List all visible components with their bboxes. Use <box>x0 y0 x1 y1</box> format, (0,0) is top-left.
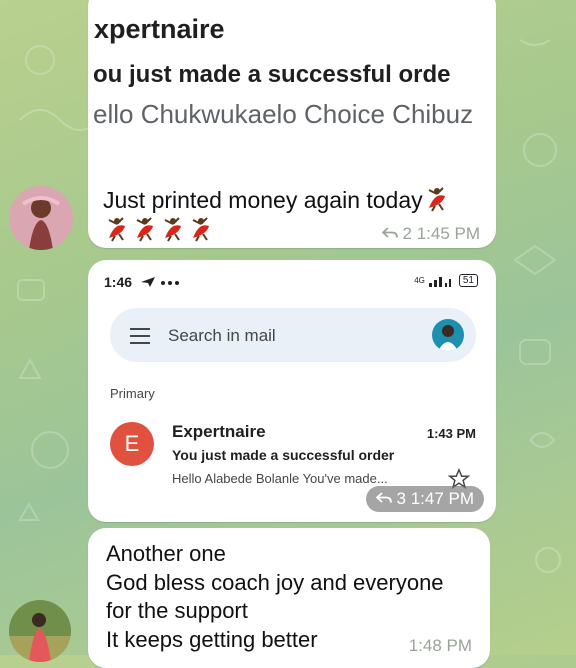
status-bar-right: 4G 51 <box>414 274 478 287</box>
status-time-text: 1:46 <box>104 274 133 290</box>
gmail-screenshot-image: 1:46 4G 51 Search in mail Primary E Expe… <box>92 264 492 518</box>
battery-icon: 51 <box>458 274 478 287</box>
message-time: 1:48 PM <box>408 636 472 655</box>
emoji-row <box>103 216 213 242</box>
account-avatar <box>432 319 464 351</box>
message-line: Another one <box>106 541 226 566</box>
send-arrow-icon <box>140 277 155 287</box>
dancer-emoji <box>428 187 445 212</box>
screenshot-subject: ou just made a successful orde <box>93 61 451 88</box>
avatar-photo <box>9 186 73 250</box>
status-bar-time: 1:46 <box>104 274 180 290</box>
network-label: 4G <box>414 276 425 285</box>
message-meta: 2 1:45 PM <box>381 224 480 244</box>
email-sender-avatar: E <box>110 422 154 466</box>
reply-icon <box>381 227 398 238</box>
reply-count: 2 <box>402 224 412 243</box>
email-screenshot-image: xpertnaire ou just made a successful ord… <box>92 0 492 160</box>
email-time: 1:43 PM <box>426 426 476 441</box>
gmail-search-bar: Search in mail <box>110 308 476 362</box>
email-preview: Hello Alabede Bolanle You've made... <box>172 471 388 486</box>
avatar-photo <box>9 600 71 662</box>
message-time: 1:47 PM <box>410 489 474 508</box>
dancer-emoji <box>108 217 125 242</box>
account-photo <box>438 325 458 351</box>
message-text: Just printed money again today <box>103 186 449 214</box>
signal-icon <box>428 276 451 287</box>
caption-text: Just printed money again today <box>103 187 423 213</box>
message-bubble[interactable]: xpertnaire ou just made a successful ord… <box>88 0 496 248</box>
dancer-emoji <box>164 217 181 242</box>
message-line: God bless coach joy and everyone <box>106 569 444 595</box>
more-dots-icon <box>160 281 179 285</box>
dancer-emoji <box>192 217 209 242</box>
screenshot-preview: ello Chukwukaelo Choice Chibuz <box>93 99 474 129</box>
message-time: 1:45 PM <box>416 224 480 243</box>
screenshot-sender: xpertnaire <box>94 14 225 44</box>
reply-icon <box>375 492 392 503</box>
message-text: Another one God bless coach joy and ever… <box>106 540 444 654</box>
reply-count: 3 <box>396 489 406 508</box>
dancer-emoji <box>136 217 153 242</box>
sender-avatar[interactable] <box>9 600 71 662</box>
message-line: for the support <box>106 598 248 623</box>
email-sender: Expertnaire <box>172 422 266 441</box>
message-line: It keeps getting better <box>106 626 318 652</box>
email-subject: You just made a successful order <box>172 447 395 463</box>
message-bubble[interactable]: 1:46 4G 51 Search in mail Primary E Expe… <box>88 260 496 522</box>
search-placeholder: Search in mail <box>168 326 276 345</box>
sender-avatar[interactable] <box>9 186 73 250</box>
message-meta: 3 1:47 PM <box>365 486 484 512</box>
message-bubble[interactable]: Another one God bless coach joy and ever… <box>88 528 490 668</box>
hamburger-menu-icon <box>130 328 150 344</box>
inbox-section-label: Primary <box>110 386 155 401</box>
